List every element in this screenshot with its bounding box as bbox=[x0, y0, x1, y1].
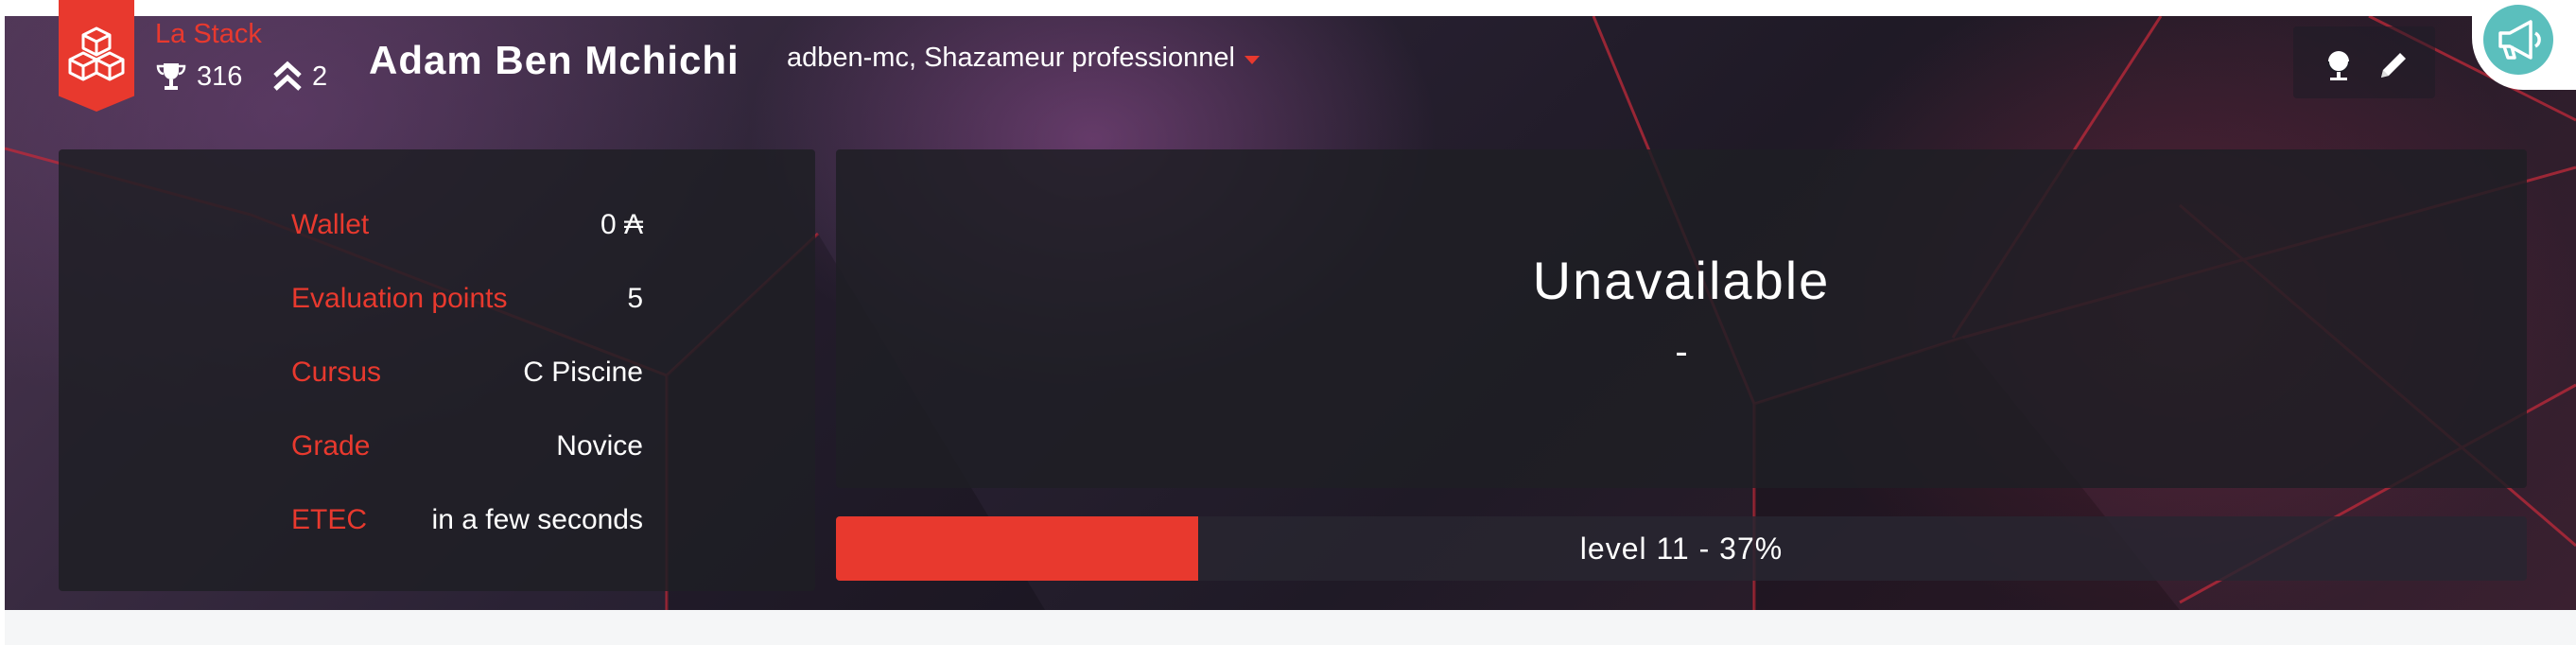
page-bottom-area bbox=[5, 610, 2576, 645]
megaphone-icon bbox=[2498, 20, 2541, 60]
top-strip bbox=[0, 0, 2576, 16]
user-info-card: Wallet 0 ₳ Evaluation points 5 Cursus C … bbox=[59, 149, 815, 591]
info-value[interactable]: C Piscine bbox=[523, 357, 643, 389]
location-detail: - bbox=[1675, 331, 1688, 373]
rank-level: 2 bbox=[312, 61, 328, 92]
location-card: Unavailable - bbox=[836, 149, 2527, 488]
level-progress-bar: level 11 - 37% bbox=[836, 516, 2527, 581]
info-row-cursus: Cursus C Piscine bbox=[291, 354, 643, 392]
info-value: 5 bbox=[627, 283, 643, 314]
trophy-icon bbox=[156, 63, 186, 90]
cubes-icon bbox=[68, 26, 125, 81]
info-label: Cursus bbox=[291, 357, 382, 388]
globe-icon[interactable] bbox=[2322, 48, 2356, 82]
coalition-name[interactable]: La Stack bbox=[155, 19, 262, 50]
info-label: Wallet bbox=[291, 209, 370, 240]
info-label: Evaluation points bbox=[291, 283, 508, 314]
info-value: 0 ₳ bbox=[600, 209, 643, 240]
info-value: Novice bbox=[556, 430, 643, 462]
profile-tools bbox=[2293, 26, 2435, 98]
user-title-dropdown[interactable]: adben-mc, Shazameur professionnel bbox=[787, 43, 1260, 74]
pencil-icon[interactable] bbox=[2376, 48, 2411, 82]
info-label: Grade bbox=[291, 430, 371, 462]
user-display-name: Adam Ben Mchichi bbox=[369, 38, 740, 82]
info-label: ETEC bbox=[291, 504, 368, 535]
info-row-wallet: Wallet 0 ₳ bbox=[291, 206, 643, 244]
info-row-grade: Grade Novice bbox=[291, 427, 643, 465]
trophy-stat: 316 bbox=[155, 61, 242, 93]
trophy-count: 316 bbox=[197, 61, 243, 92]
chevron-rank-icon bbox=[273, 61, 302, 91]
level-text: level 11 - 37% bbox=[1579, 532, 1784, 566]
user-login-title: adben-mc, Shazameur professionnel bbox=[787, 43, 1235, 73]
info-value: in a few seconds bbox=[431, 504, 643, 535]
info-row-evaluation-points: Evaluation points 5 bbox=[291, 280, 643, 318]
caret-down-icon bbox=[1244, 56, 1260, 64]
announcement-circle bbox=[2483, 5, 2553, 75]
rank-stat: 2 bbox=[272, 61, 327, 93]
info-row-etec: ETEC in a few seconds bbox=[291, 501, 643, 539]
coalition-badge[interactable] bbox=[59, 0, 134, 112]
location-status: Unavailable bbox=[1532, 251, 1831, 310]
